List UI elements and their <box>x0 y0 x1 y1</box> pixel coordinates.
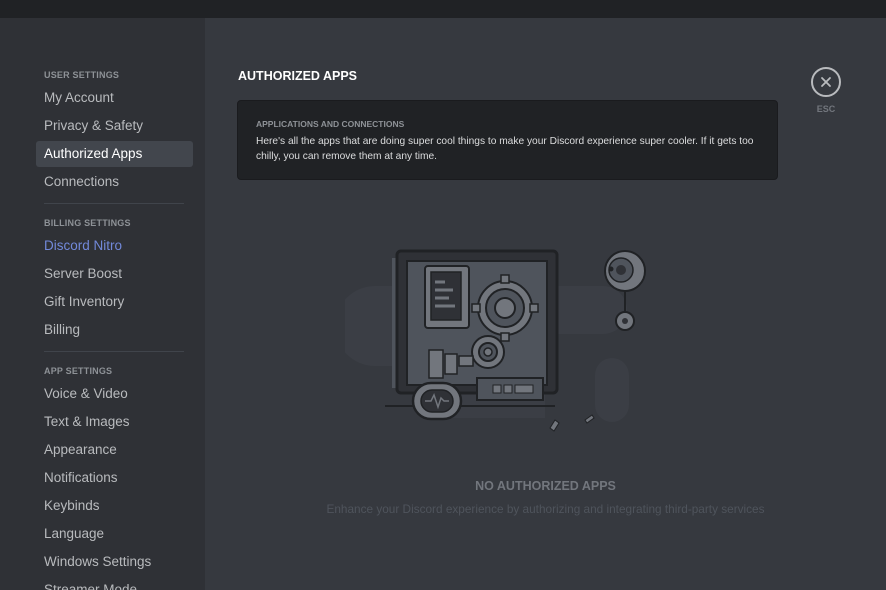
info-body: Here's all the apps that are doing super… <box>256 136 754 162</box>
sidebar-item-language[interactable]: Language <box>36 521 193 547</box>
empty-state-title: NO AUTHORIZED APPS <box>475 479 616 493</box>
sidebar-item-server-boost[interactable]: Server Boost <box>36 261 193 287</box>
page-title: AUTHORIZED APPS <box>238 69 357 83</box>
sidebar-item-appearance[interactable]: Appearance <box>36 437 193 463</box>
close-button[interactable] <box>811 67 841 97</box>
sidebar-divider <box>44 351 184 352</box>
sidebar-item-privacy-safety[interactable]: Privacy & Safety <box>36 113 193 139</box>
sidebar-item-streamer-mode[interactable]: Streamer Mode <box>36 577 193 590</box>
sidebar-item-notifications[interactable]: Notifications <box>36 465 193 491</box>
empty-state-description: Enhance your Discord experience by autho… <box>326 502 765 516</box>
sidebar-item-keybinds[interactable]: Keybinds <box>36 493 193 519</box>
info-heading: Applications and Connections <box>256 119 405 129</box>
section-header-billing-settings: Billing Settings <box>44 218 131 228</box>
sidebar-item-text-images[interactable]: Text & Images <box>36 409 193 435</box>
esc-label: ESC <box>816 104 836 114</box>
sidebar-item-discord-nitro[interactable]: Discord Nitro <box>36 233 193 259</box>
sidebar-item-authorized-apps[interactable]: Authorized Apps <box>36 141 193 167</box>
section-header-user-settings: User Settings <box>44 70 120 80</box>
sidebar-item-my-account[interactable]: My Account <box>36 85 193 111</box>
window-titlebar <box>0 0 886 18</box>
sidebar-item-windows-settings[interactable]: Windows Settings <box>36 549 193 575</box>
sidebar-divider <box>44 203 184 204</box>
sidebar-item-connections[interactable]: Connections <box>36 169 193 195</box>
robot-illustration <box>345 249 646 432</box>
close-icon <box>821 77 831 87</box>
info-box: Applications and Connections Here's all … <box>237 100 778 180</box>
settings-sidebar: User Settings My Account Privacy & Safet… <box>0 18 205 590</box>
sidebar-item-voice-video[interactable]: Voice & Video <box>36 381 193 407</box>
section-header-app-settings: App Settings <box>44 366 113 376</box>
settings-content: AUTHORIZED APPS Applications and Connect… <box>205 18 886 590</box>
sidebar-item-billing[interactable]: Billing <box>36 317 193 343</box>
sidebar-item-gift-inventory[interactable]: Gift Inventory <box>36 289 193 315</box>
